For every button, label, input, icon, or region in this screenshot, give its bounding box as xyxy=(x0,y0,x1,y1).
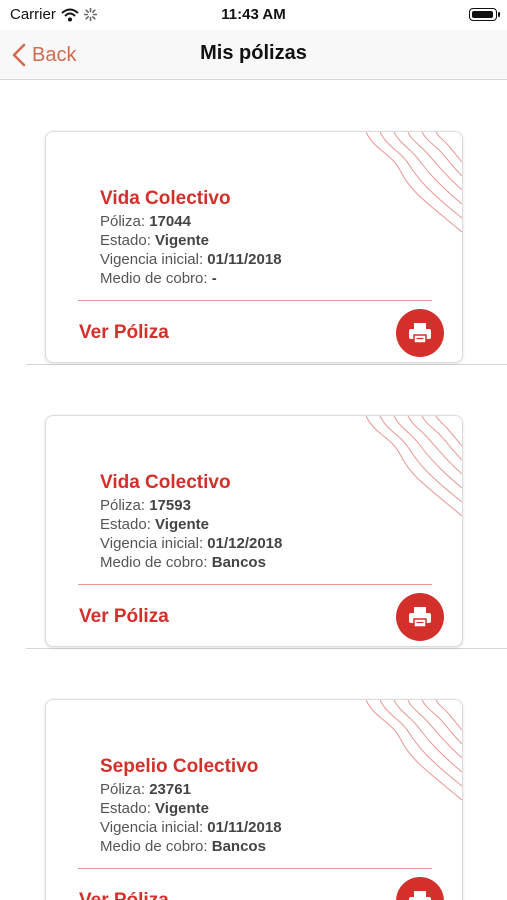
policy-start-label: Vigencia inicial: xyxy=(100,819,204,836)
policy-payment-label: Medio de cobro: xyxy=(100,270,208,287)
status-time: 11:43 AM xyxy=(221,6,286,23)
policy-row: Sepelio Colectivo Póliza: 23761 Estado: … xyxy=(26,649,507,900)
policy-start-date: 01/11/2018 xyxy=(207,819,282,836)
policy-payment-line: Medio de cobro: - xyxy=(100,269,282,288)
policy-payment-method: - xyxy=(211,270,217,287)
policy-payment-line: Medio de cobro: Bancos xyxy=(100,837,282,856)
policy-number-line: Póliza: 17593 xyxy=(100,496,282,515)
policy-status: Vigente xyxy=(155,800,209,817)
policy-number-line: Póliza: 17044 xyxy=(100,212,282,231)
policy-card[interactable]: Sepelio Colectivo Póliza: 23761 Estado: … xyxy=(45,699,463,900)
policy-payment-method: Bancos xyxy=(211,838,266,855)
policy-title: Vida Colectivo xyxy=(100,472,231,493)
policy-list: Vida Colectivo Póliza: 17044 Estado: Vig… xyxy=(0,81,507,900)
policy-payment-method: Bancos xyxy=(211,554,266,571)
print-button[interactable] xyxy=(396,309,444,357)
policy-card[interactable]: Vida Colectivo Póliza: 17593 Estado: Vig… xyxy=(45,415,463,647)
policy-status-label: Estado: xyxy=(100,800,151,817)
policy-number: 17044 xyxy=(149,213,191,230)
status-bar: Carrier 11:43 AM xyxy=(0,0,507,30)
policy-number: 23761 xyxy=(149,781,191,798)
policy-number: 17593 xyxy=(149,497,191,514)
printer-icon xyxy=(409,607,431,628)
policy-info: Vida Colectivo Póliza: 17593 Estado: Vig… xyxy=(100,472,282,572)
policy-number-label: Póliza: xyxy=(100,497,146,514)
policy-start-line: Vigencia inicial: 01/12/2018 xyxy=(100,534,282,553)
policy-title: Sepelio Colectivo xyxy=(100,756,259,777)
card-divider xyxy=(78,868,432,869)
policy-number-label: Póliza: xyxy=(100,781,146,798)
view-policy-link[interactable]: Ver Póliza xyxy=(79,606,169,628)
view-policy-link[interactable]: Ver Póliza xyxy=(79,322,169,344)
printer-icon xyxy=(409,891,431,900)
policy-start-label: Vigencia inicial: xyxy=(100,251,204,268)
view-policy-link[interactable]: Ver Póliza xyxy=(79,890,169,900)
policy-start-label: Vigencia inicial: xyxy=(100,535,204,552)
policy-status: Vigente xyxy=(155,516,209,533)
policy-payment-label: Medio de cobro: xyxy=(100,838,208,855)
wave-decoration-icon xyxy=(366,132,462,233)
card-divider xyxy=(78,300,432,301)
policy-start-date: 01/12/2018 xyxy=(207,535,283,552)
policy-start-line: Vigencia inicial: 01/11/2018 xyxy=(100,250,282,269)
policy-row: Vida Colectivo Póliza: 17044 Estado: Vig… xyxy=(26,81,507,365)
policy-status: Vigente xyxy=(155,232,209,249)
policy-status-line: Estado: Vigente xyxy=(100,799,282,818)
policy-number-line: Póliza: 23761 xyxy=(100,780,282,799)
policy-row: Vida Colectivo Póliza: 17593 Estado: Vig… xyxy=(26,365,507,649)
policy-start-line: Vigencia inicial: 01/11/2018 xyxy=(100,818,282,837)
navigation-bar: Back Mis pólizas xyxy=(0,30,507,80)
policy-status-line: Estado: Vigente xyxy=(100,515,282,534)
printer-icon xyxy=(409,323,431,344)
card-divider xyxy=(78,584,432,585)
policy-number-label: Póliza: xyxy=(100,213,146,230)
policy-info: Sepelio Colectivo Póliza: 23761 Estado: … xyxy=(100,756,282,856)
wave-decoration-icon xyxy=(366,416,462,517)
policy-status-label: Estado: xyxy=(100,516,151,533)
policy-status-label: Estado: xyxy=(100,232,151,249)
wave-decoration-icon xyxy=(366,700,462,801)
print-button[interactable] xyxy=(396,877,444,900)
page-title: Mis pólizas xyxy=(200,42,307,64)
policy-payment-line: Medio de cobro: Bancos xyxy=(100,553,282,572)
battery-icon xyxy=(469,8,500,21)
print-button[interactable] xyxy=(396,593,444,641)
policy-card[interactable]: Vida Colectivo Póliza: 17044 Estado: Vig… xyxy=(45,131,463,363)
policy-info: Vida Colectivo Póliza: 17044 Estado: Vig… xyxy=(100,188,282,288)
policy-start-date: 01/11/2018 xyxy=(207,251,282,268)
policy-payment-label: Medio de cobro: xyxy=(100,554,208,571)
policy-status-line: Estado: Vigente xyxy=(100,231,282,250)
policy-title: Vida Colectivo xyxy=(100,188,231,209)
